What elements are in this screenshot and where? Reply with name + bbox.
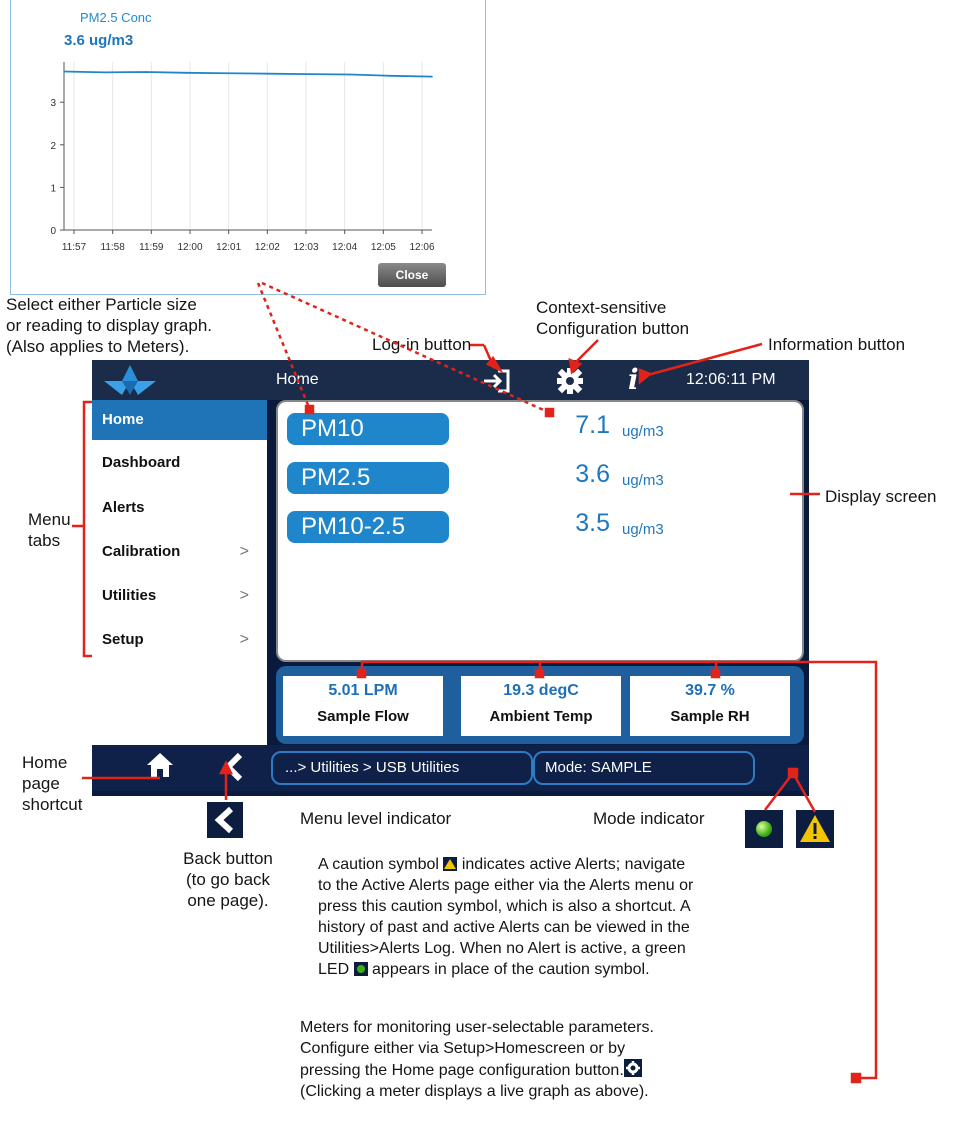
config-inline-icon (623, 1059, 642, 1077)
mode-indicator-note: Mode indicator (593, 809, 705, 828)
x-tick-label: 11:57 (62, 242, 87, 253)
back-button-note: Back button (to go back one page). (183, 849, 273, 910)
x-tick-label: 12:06 (409, 242, 434, 253)
chevron-right-icon: > (239, 587, 249, 604)
caution-icon[interactable] (796, 810, 834, 848)
y-tick-label: 1 (50, 183, 56, 194)
gear-icon[interactable] (555, 366, 585, 401)
meter-label: Sample RH (670, 708, 750, 725)
caution-note: A caution symbol indicates active Alerts… (318, 856, 694, 978)
chevron-right-icon: > (239, 543, 249, 560)
led-inline-icon (353, 962, 368, 976)
x-tick-label: 12:00 (177, 242, 202, 253)
data-point (349, 73, 352, 76)
data-point (144, 71, 147, 73)
sidebar-item-calibration[interactable]: Calibration > (92, 532, 267, 572)
breadcrumb: ...> Utilities > USB Utilities (271, 751, 533, 785)
graph-title: PM2.5 Conc (80, 10, 152, 25)
meter[interactable]: 39.7 % Sample RH (630, 676, 790, 736)
meter-value: 5.01 LPM (328, 682, 398, 699)
sidebar-item-dashboard[interactable]: Dashboard (92, 443, 267, 483)
data-point (267, 72, 270, 75)
screen-title: Home (276, 371, 319, 388)
caution-inline-icon (443, 857, 458, 871)
meter-label: Ambient Temp (489, 708, 593, 725)
x-tick-label: 12:02 (255, 242, 280, 253)
x-tick-label: 12:04 (332, 242, 357, 253)
led-icon (745, 810, 783, 848)
x-tick-label: 11:58 (101, 242, 126, 253)
home-shortcut-note: Home page shortcut (22, 753, 83, 814)
data-point (308, 73, 311, 75)
info-button-note: Information button (768, 335, 906, 354)
close-button[interactable]: Close (378, 263, 446, 287)
data-point (63, 70, 65, 73)
reading-unit: ug/m3 (622, 423, 664, 440)
reading-unit: ug/m3 (622, 521, 664, 538)
y-tick-label: 2 (50, 141, 56, 152)
display-screen-note: Display screen (825, 487, 937, 506)
sidebar-item-home[interactable]: Home (92, 400, 267, 440)
sidebar-item-alerts[interactable]: Alerts (92, 488, 267, 528)
data-point (226, 72, 229, 75)
back-icon[interactable] (222, 752, 246, 787)
home-icon[interactable] (145, 750, 175, 785)
login-icon[interactable] (480, 366, 514, 401)
series-line (63, 70, 433, 78)
particle-size-button[interactable]: PM10-2.5 (287, 511, 449, 543)
y-tick-label: 0 (50, 226, 56, 237)
config-button-note: Context-sensitive Configuration button (536, 298, 690, 338)
mode-indicator: Mode: SAMPLE (533, 751, 755, 785)
info-icon[interactable]: i (628, 363, 639, 396)
chevron-right-icon: > (239, 631, 249, 648)
meters-note: Meters for monitoring user-selectable pa… (300, 1019, 654, 1100)
back-icon (207, 802, 243, 838)
reading-value[interactable]: 7.1 (540, 411, 610, 440)
particle-size-button[interactable]: PM10 (287, 413, 449, 445)
x-tick-label: 12:01 (216, 242, 241, 253)
login-button-note: Log-in button (372, 335, 472, 354)
meter-value: 19.3 degC (503, 682, 579, 699)
graph-value: 3.6 ug/m3 (64, 32, 134, 49)
reading-value[interactable]: 3.6 (540, 460, 610, 489)
sidebar-item-utilities[interactable]: Utilities > (92, 576, 267, 616)
meter[interactable]: 5.01 LPM Sample Flow (283, 676, 443, 736)
x-tick-label: 11:59 (139, 242, 164, 253)
meter-value: 39.7 % (685, 682, 735, 699)
clock: 12:06:11 PM (686, 371, 776, 388)
data-point (104, 71, 106, 74)
reading-unit: ug/m3 (622, 472, 664, 489)
data-point (390, 74, 392, 77)
meter[interactable]: 19.3 degC Ambient Temp (461, 676, 621, 736)
y-tick-label: 3 (50, 98, 56, 109)
data-point (431, 75, 433, 78)
sidebar-item-setup[interactable]: Setup > (92, 620, 267, 660)
meter-label: Sample Flow (317, 708, 409, 725)
logo-icon (100, 363, 160, 402)
select-graph-note: Select either Particle size or reading t… (6, 295, 213, 356)
data-point (185, 72, 188, 74)
x-tick-label: 12:03 (293, 242, 318, 253)
x-tick-label: 12:05 (371, 242, 396, 253)
menu-tabs-note: Menu tabs (28, 510, 71, 550)
menu-level-note: Menu level indicator (300, 809, 452, 828)
reading-value[interactable]: 3.5 (540, 509, 610, 538)
particle-size-button[interactable]: PM2.5 (287, 462, 449, 494)
